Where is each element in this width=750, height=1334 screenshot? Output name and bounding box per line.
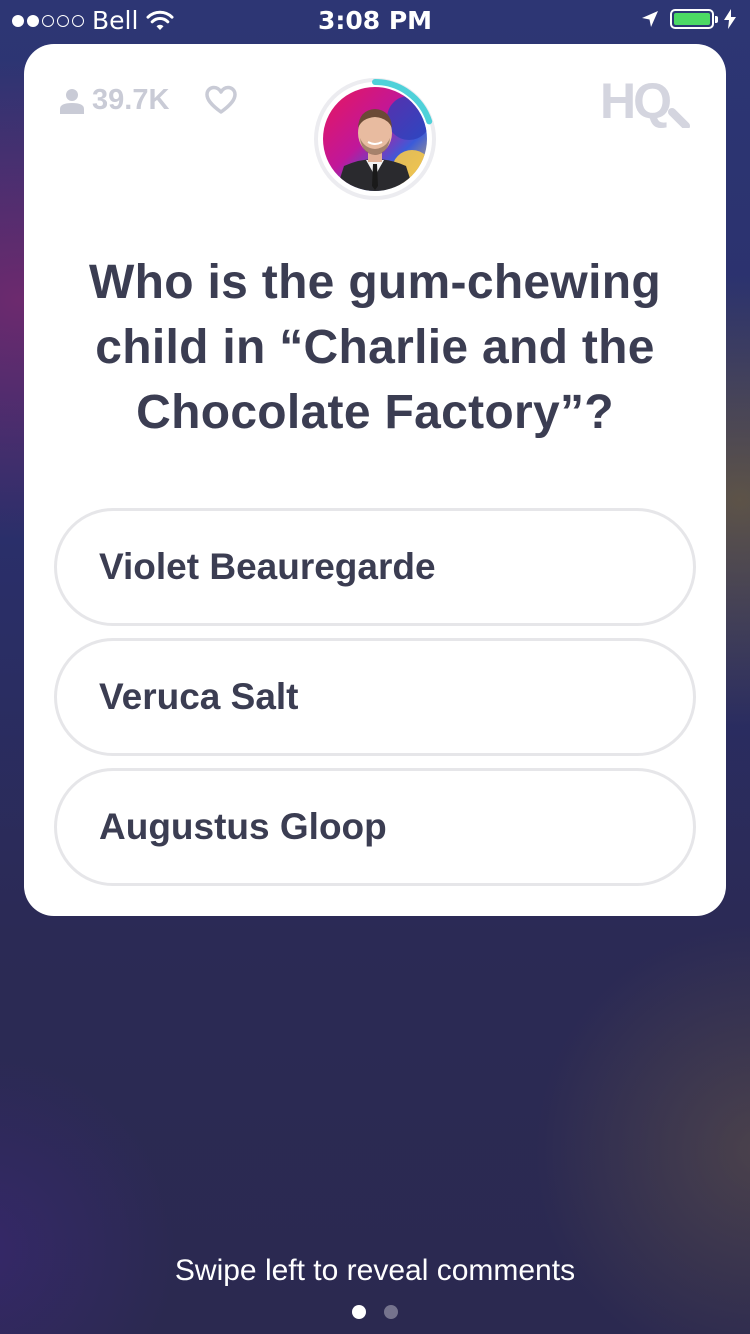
charging-bolt-icon xyxy=(724,9,736,29)
status-bar: Bell 3:08 PM xyxy=(0,0,750,40)
page-dot-1[interactable] xyxy=(352,1305,366,1319)
question-card: 39.7K HQ Who is the gum-chewing child in… xyxy=(24,44,726,916)
host-avatar-timer xyxy=(314,78,436,200)
battery-icon xyxy=(670,9,718,29)
status-time: 3:08 PM xyxy=(317,6,433,35)
answer-option-1-label: Violet Beauregarde xyxy=(99,546,436,587)
location-arrow-icon xyxy=(642,11,658,27)
viewer-count: 39.7K xyxy=(60,84,169,117)
hq-logo: HQ xyxy=(600,74,690,128)
host-avatar xyxy=(314,78,436,200)
answer-option-2-label: Veruca Salt xyxy=(99,676,299,717)
question-text: Who is the gum-chewing child in “Charlie… xyxy=(89,256,661,439)
page-indicator[interactable] xyxy=(0,1305,750,1319)
answer-option-3[interactable]: Augustus Gloop xyxy=(54,768,696,886)
swipe-hint: Swipe left to reveal comments xyxy=(174,1254,576,1287)
answer-option-3-label: Augustus Gloop xyxy=(99,806,387,847)
person-icon xyxy=(60,88,84,114)
answer-option-2[interactable]: Veruca Salt xyxy=(54,638,696,756)
svg-text:HQ: HQ xyxy=(600,74,670,128)
answer-option-1[interactable]: Violet Beauregarde xyxy=(54,508,696,626)
heart-icon[interactable] xyxy=(204,84,238,116)
viewer-count-label: 39.7K xyxy=(92,84,170,116)
page-dot-2[interactable] xyxy=(384,1305,398,1319)
status-bar-right xyxy=(640,9,736,29)
